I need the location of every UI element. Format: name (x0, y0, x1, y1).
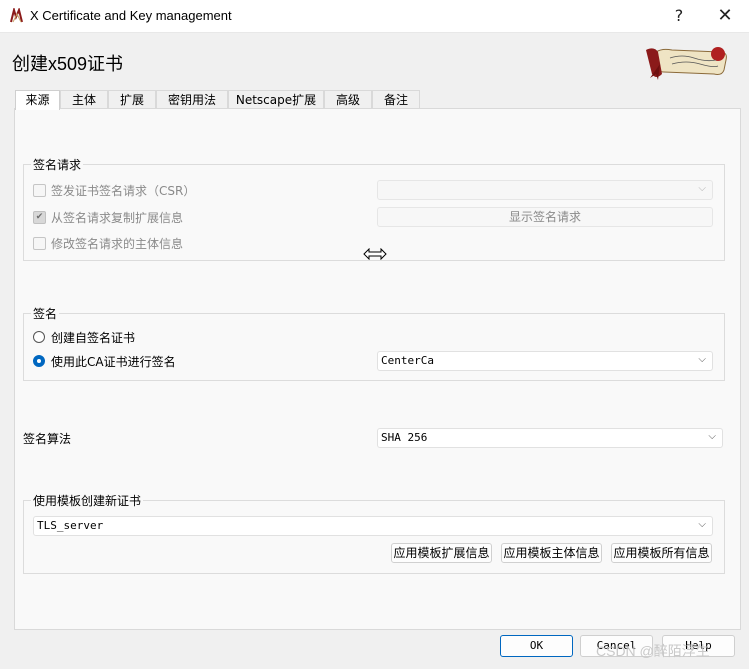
self-signed-radio[interactable] (33, 331, 45, 343)
chevron-down-icon: ⌵ (698, 183, 706, 194)
sign-csr-checkbox[interactable] (33, 184, 46, 197)
signing-title: 签名 (31, 305, 60, 322)
csr-select[interactable]: ⌵ (377, 180, 713, 200)
tab-key-usage[interactable]: 密钥用法 (156, 90, 228, 109)
tab-extensions[interactable]: 扩展 (108, 90, 156, 109)
ok-button[interactable]: OK (500, 635, 573, 657)
copy-extensions-label: 从签名请求复制扩展信息 (51, 211, 184, 225)
template-select[interactable]: TLS_server ⌵ (33, 516, 713, 536)
resize-cursor-icon (363, 248, 387, 260)
tab-source[interactable]: 来源 (15, 90, 60, 110)
scroll-logo-icon (646, 47, 727, 80)
apply-all-button[interactable]: 应用模板所有信息 (611, 543, 712, 563)
watermark: CSDN @醉陌浮生 (596, 643, 710, 659)
ca-select[interactable]: CenterCa ⌵ (377, 351, 713, 371)
use-ca-radio[interactable] (33, 355, 45, 367)
copy-extensions-checkbox[interactable]: ✔ (33, 211, 46, 224)
chevron-down-icon: ⌵ (708, 431, 716, 442)
template-select-value: TLS_server (37, 519, 104, 532)
tab-comment[interactable]: 备注 (372, 90, 420, 109)
page-title: 创建x509证书 (12, 54, 124, 74)
tab-subject[interactable]: 主体 (60, 90, 108, 109)
show-request-button[interactable]: 显示签名请求 (377, 207, 713, 227)
algorithm-select-value: SHA 256 (381, 431, 428, 444)
use-ca-label: 使用此CA证书进行签名 (51, 355, 176, 369)
ca-select-value: CenterCa (381, 354, 434, 367)
algorithm-select[interactable]: SHA 256 ⌵ (377, 428, 723, 448)
chevron-down-icon: ⌵ (698, 354, 706, 365)
close-icon[interactable]: ✕ (702, 0, 748, 32)
template-title: 使用模板创建新证书 (31, 492, 144, 509)
apply-subject-button[interactable]: 应用模板主体信息 (501, 543, 602, 563)
modify-subject-checkbox[interactable] (33, 237, 46, 250)
algorithm-label: 签名算法 (23, 432, 72, 446)
app-logo-icon (10, 8, 23, 23)
window-title: X Certificate and Key management (30, 8, 232, 23)
tab-advanced[interactable]: 高级 (324, 90, 372, 109)
chevron-down-icon: ⌵ (698, 519, 706, 530)
modify-subject-label: 修改签名请求的主体信息 (51, 237, 184, 251)
apply-extensions-button[interactable]: 应用模板扩展信息 (391, 543, 492, 563)
self-signed-label: 创建自签名证书 (51, 331, 136, 345)
help-icon[interactable]: ? (656, 0, 702, 32)
tab-netscape[interactable]: Netscape扩展 (228, 90, 324, 109)
sign-csr-label: 签发证书签名请求（CSR） (51, 184, 196, 198)
signing-request-title: 签名请求 (31, 156, 84, 173)
